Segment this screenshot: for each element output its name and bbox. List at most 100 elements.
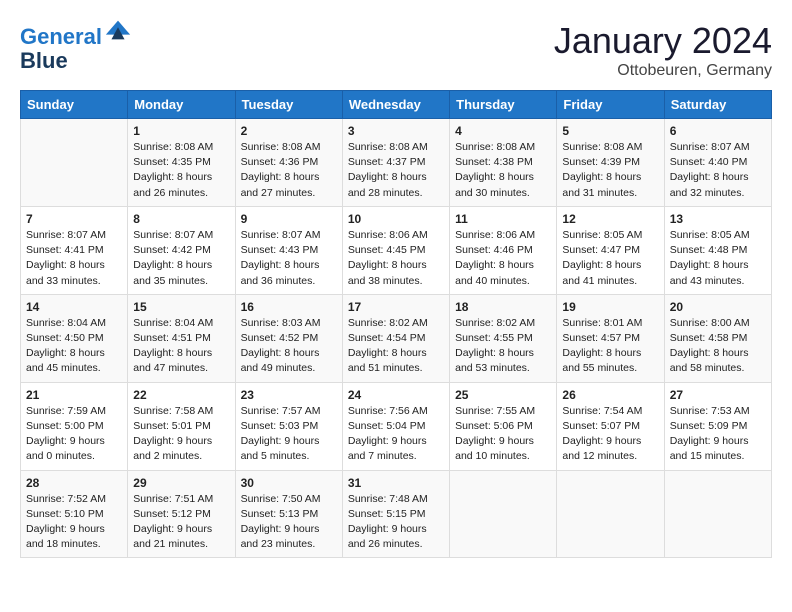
- day-number: 4: [455, 124, 551, 138]
- page-header: GeneralBlue January 2024 Ottobeuren, Ger…: [20, 20, 772, 80]
- calendar-body: 1 Sunrise: 8:08 AM Sunset: 4:35 PM Daylig…: [21, 119, 772, 558]
- calendar-cell: 3Sunrise: 8:08 AM Sunset: 4:37 PM Daylig…: [342, 119, 449, 207]
- day-number: 27: [670, 388, 766, 402]
- day-number: 12: [562, 212, 658, 226]
- calendar-cell: 1 Sunrise: 8:08 AM Sunset: 4:35 PM Daylig…: [128, 119, 235, 207]
- cell-content: Sunrise: 7:55 AM Sunset: 5:06 PM Dayligh…: [455, 404, 551, 465]
- weekday-header-cell: Sunday: [21, 91, 128, 119]
- cell-content: Sunrise: 7:51 AM Sunset: 5:12 PM Dayligh…: [133, 492, 229, 553]
- day-number: 7: [26, 212, 122, 226]
- calendar-cell: 26 Sunrise: 7:54 AM Sunset: 5:07 PM Dayli…: [557, 382, 664, 470]
- day-number: 30: [241, 476, 337, 490]
- cell-content: Sunrise: 8:08 AM Sunset: 4:35 PM Dayligh…: [133, 140, 229, 201]
- calendar-cell: 17Sunrise: 8:02 AM Sunset: 4:54 PM Dayli…: [342, 294, 449, 382]
- cell-content: Sunrise: 8:02 AM Sunset: 4:55 PM Dayligh…: [455, 316, 551, 377]
- cell-content: Sunrise: 8:08 AM Sunset: 4:38 PM Dayligh…: [455, 140, 551, 201]
- weekday-header-cell: Tuesday: [235, 91, 342, 119]
- location-title: Ottobeuren, Germany: [554, 62, 772, 80]
- cell-content: Sunrise: 8:01 AM Sunset: 4:57 PM Dayligh…: [562, 316, 658, 377]
- calendar-cell: 19 Sunrise: 8:01 AM Sunset: 4:57 PM Dayli…: [557, 294, 664, 382]
- weekday-header-cell: Friday: [557, 91, 664, 119]
- day-number: 25: [455, 388, 551, 402]
- day-number: 16: [241, 300, 337, 314]
- cell-content: Sunrise: 8:00 AM Sunset: 4:58 PM Dayligh…: [670, 316, 766, 377]
- calendar-cell: 22 Sunrise: 7:58 AM Sunset: 5:01 PM Dayli…: [128, 382, 235, 470]
- cell-content: Sunrise: 8:07 AM Sunset: 4:41 PM Dayligh…: [26, 228, 122, 289]
- cell-content: Sunrise: 7:54 AM Sunset: 5:07 PM Dayligh…: [562, 404, 658, 465]
- weekday-header-cell: Saturday: [664, 91, 771, 119]
- cell-content: Sunrise: 8:02 AM Sunset: 4:54 PM Dayligh…: [348, 316, 444, 377]
- cell-content: Sunrise: 7:50 AM Sunset: 5:13 PM Dayligh…: [241, 492, 337, 553]
- calendar-week-row: 14 Sunrise: 8:04 AM Sunset: 4:50 PM Dayli…: [21, 294, 772, 382]
- cell-content: Sunrise: 8:04 AM Sunset: 4:51 PM Dayligh…: [133, 316, 229, 377]
- day-number: 22: [133, 388, 229, 402]
- calendar-cell: 20 Sunrise: 8:00 AM Sunset: 4:58 PM Dayli…: [664, 294, 771, 382]
- calendar-cell: [557, 470, 664, 558]
- cell-content: Sunrise: 7:56 AM Sunset: 5:04 PM Dayligh…: [348, 404, 444, 465]
- calendar-week-row: 7 Sunrise: 8:07 AM Sunset: 4:41 PM Daylig…: [21, 206, 772, 294]
- day-number: 26: [562, 388, 658, 402]
- logo-text: GeneralBlue: [20, 20, 132, 73]
- logo: GeneralBlue: [20, 20, 132, 73]
- calendar-cell: 23 Sunrise: 7:57 AM Sunset: 5:03 PM Dayli…: [235, 382, 342, 470]
- calendar-cell: [21, 119, 128, 207]
- weekday-header-cell: Thursday: [450, 91, 557, 119]
- calendar-cell: 27 Sunrise: 7:53 AM Sunset: 5:09 PM Dayli…: [664, 382, 771, 470]
- day-number: 6: [670, 124, 766, 138]
- day-number: 19: [562, 300, 658, 314]
- cell-content: Sunrise: 8:03 AM Sunset: 4:52 PM Dayligh…: [241, 316, 337, 377]
- calendar-week-row: 1 Sunrise: 8:08 AM Sunset: 4:35 PM Daylig…: [21, 119, 772, 207]
- calendar-cell: 6Sunrise: 8:07 AM Sunset: 4:40 PM Daylig…: [664, 119, 771, 207]
- calendar-cell: 7 Sunrise: 8:07 AM Sunset: 4:41 PM Daylig…: [21, 206, 128, 294]
- calendar-cell: 14 Sunrise: 8:04 AM Sunset: 4:50 PM Dayli…: [21, 294, 128, 382]
- day-number: 29: [133, 476, 229, 490]
- title-block: January 2024 Ottobeuren, Germany: [554, 20, 772, 80]
- calendar-cell: 15 Sunrise: 8:04 AM Sunset: 4:51 PM Dayli…: [128, 294, 235, 382]
- day-number: 18: [455, 300, 551, 314]
- day-number: 15: [133, 300, 229, 314]
- calendar-cell: 2Sunrise: 8:08 AM Sunset: 4:36 PM Daylig…: [235, 119, 342, 207]
- cell-content: Sunrise: 8:05 AM Sunset: 4:47 PM Dayligh…: [562, 228, 658, 289]
- cell-content: Sunrise: 7:53 AM Sunset: 5:09 PM Dayligh…: [670, 404, 766, 465]
- day-number: 14: [26, 300, 122, 314]
- day-number: 31: [348, 476, 444, 490]
- calendar-cell: [450, 470, 557, 558]
- day-number: 24: [348, 388, 444, 402]
- day-number: 20: [670, 300, 766, 314]
- cell-content: Sunrise: 7:59 AM Sunset: 5:00 PM Dayligh…: [26, 404, 122, 465]
- calendar-cell: [664, 470, 771, 558]
- calendar-week-row: 28Sunrise: 7:52 AM Sunset: 5:10 PM Dayli…: [21, 470, 772, 558]
- day-number: 1: [133, 124, 229, 138]
- calendar-week-row: 21Sunrise: 7:59 AM Sunset: 5:00 PM Dayli…: [21, 382, 772, 470]
- weekday-header-cell: Monday: [128, 91, 235, 119]
- cell-content: Sunrise: 7:58 AM Sunset: 5:01 PM Dayligh…: [133, 404, 229, 465]
- calendar-cell: 11Sunrise: 8:06 AM Sunset: 4:46 PM Dayli…: [450, 206, 557, 294]
- cell-content: Sunrise: 8:07 AM Sunset: 4:42 PM Dayligh…: [133, 228, 229, 289]
- day-number: 23: [241, 388, 337, 402]
- calendar-cell: 9 Sunrise: 8:07 AM Sunset: 4:43 PM Daylig…: [235, 206, 342, 294]
- calendar-cell: 28Sunrise: 7:52 AM Sunset: 5:10 PM Dayli…: [21, 470, 128, 558]
- calendar-cell: 24 Sunrise: 7:56 AM Sunset: 5:04 PM Dayli…: [342, 382, 449, 470]
- calendar-cell: 10Sunrise: 8:06 AM Sunset: 4:45 PM Dayli…: [342, 206, 449, 294]
- cell-content: Sunrise: 8:07 AM Sunset: 4:43 PM Dayligh…: [241, 228, 337, 289]
- day-number: 11: [455, 212, 551, 226]
- calendar-cell: 13Sunrise: 8:05 AM Sunset: 4:48 PM Dayli…: [664, 206, 771, 294]
- weekday-header-row: SundayMondayTuesdayWednesdayThursdayFrid…: [21, 91, 772, 119]
- cell-content: Sunrise: 8:04 AM Sunset: 4:50 PM Dayligh…: [26, 316, 122, 377]
- day-number: 10: [348, 212, 444, 226]
- calendar-cell: 8 Sunrise: 8:07 AM Sunset: 4:42 PM Daylig…: [128, 206, 235, 294]
- day-number: 3: [348, 124, 444, 138]
- calendar-table: SundayMondayTuesdayWednesdayThursdayFrid…: [20, 90, 772, 558]
- cell-content: Sunrise: 7:52 AM Sunset: 5:10 PM Dayligh…: [26, 492, 122, 553]
- cell-content: Sunrise: 7:48 AM Sunset: 5:15 PM Dayligh…: [348, 492, 444, 553]
- calendar-cell: 31 Sunrise: 7:48 AM Sunset: 5:15 PM Dayli…: [342, 470, 449, 558]
- cell-content: Sunrise: 8:08 AM Sunset: 4:39 PM Dayligh…: [562, 140, 658, 201]
- calendar-cell: 12 Sunrise: 8:05 AM Sunset: 4:47 PM Dayli…: [557, 206, 664, 294]
- calendar-cell: 18 Sunrise: 8:02 AM Sunset: 4:55 PM Dayli…: [450, 294, 557, 382]
- calendar-cell: 5Sunrise: 8:08 AM Sunset: 4:39 PM Daylig…: [557, 119, 664, 207]
- day-number: 9: [241, 212, 337, 226]
- cell-content: Sunrise: 7:57 AM Sunset: 5:03 PM Dayligh…: [241, 404, 337, 465]
- calendar-cell: 29 Sunrise: 7:51 AM Sunset: 5:12 PM Dayli…: [128, 470, 235, 558]
- day-number: 8: [133, 212, 229, 226]
- day-number: 2: [241, 124, 337, 138]
